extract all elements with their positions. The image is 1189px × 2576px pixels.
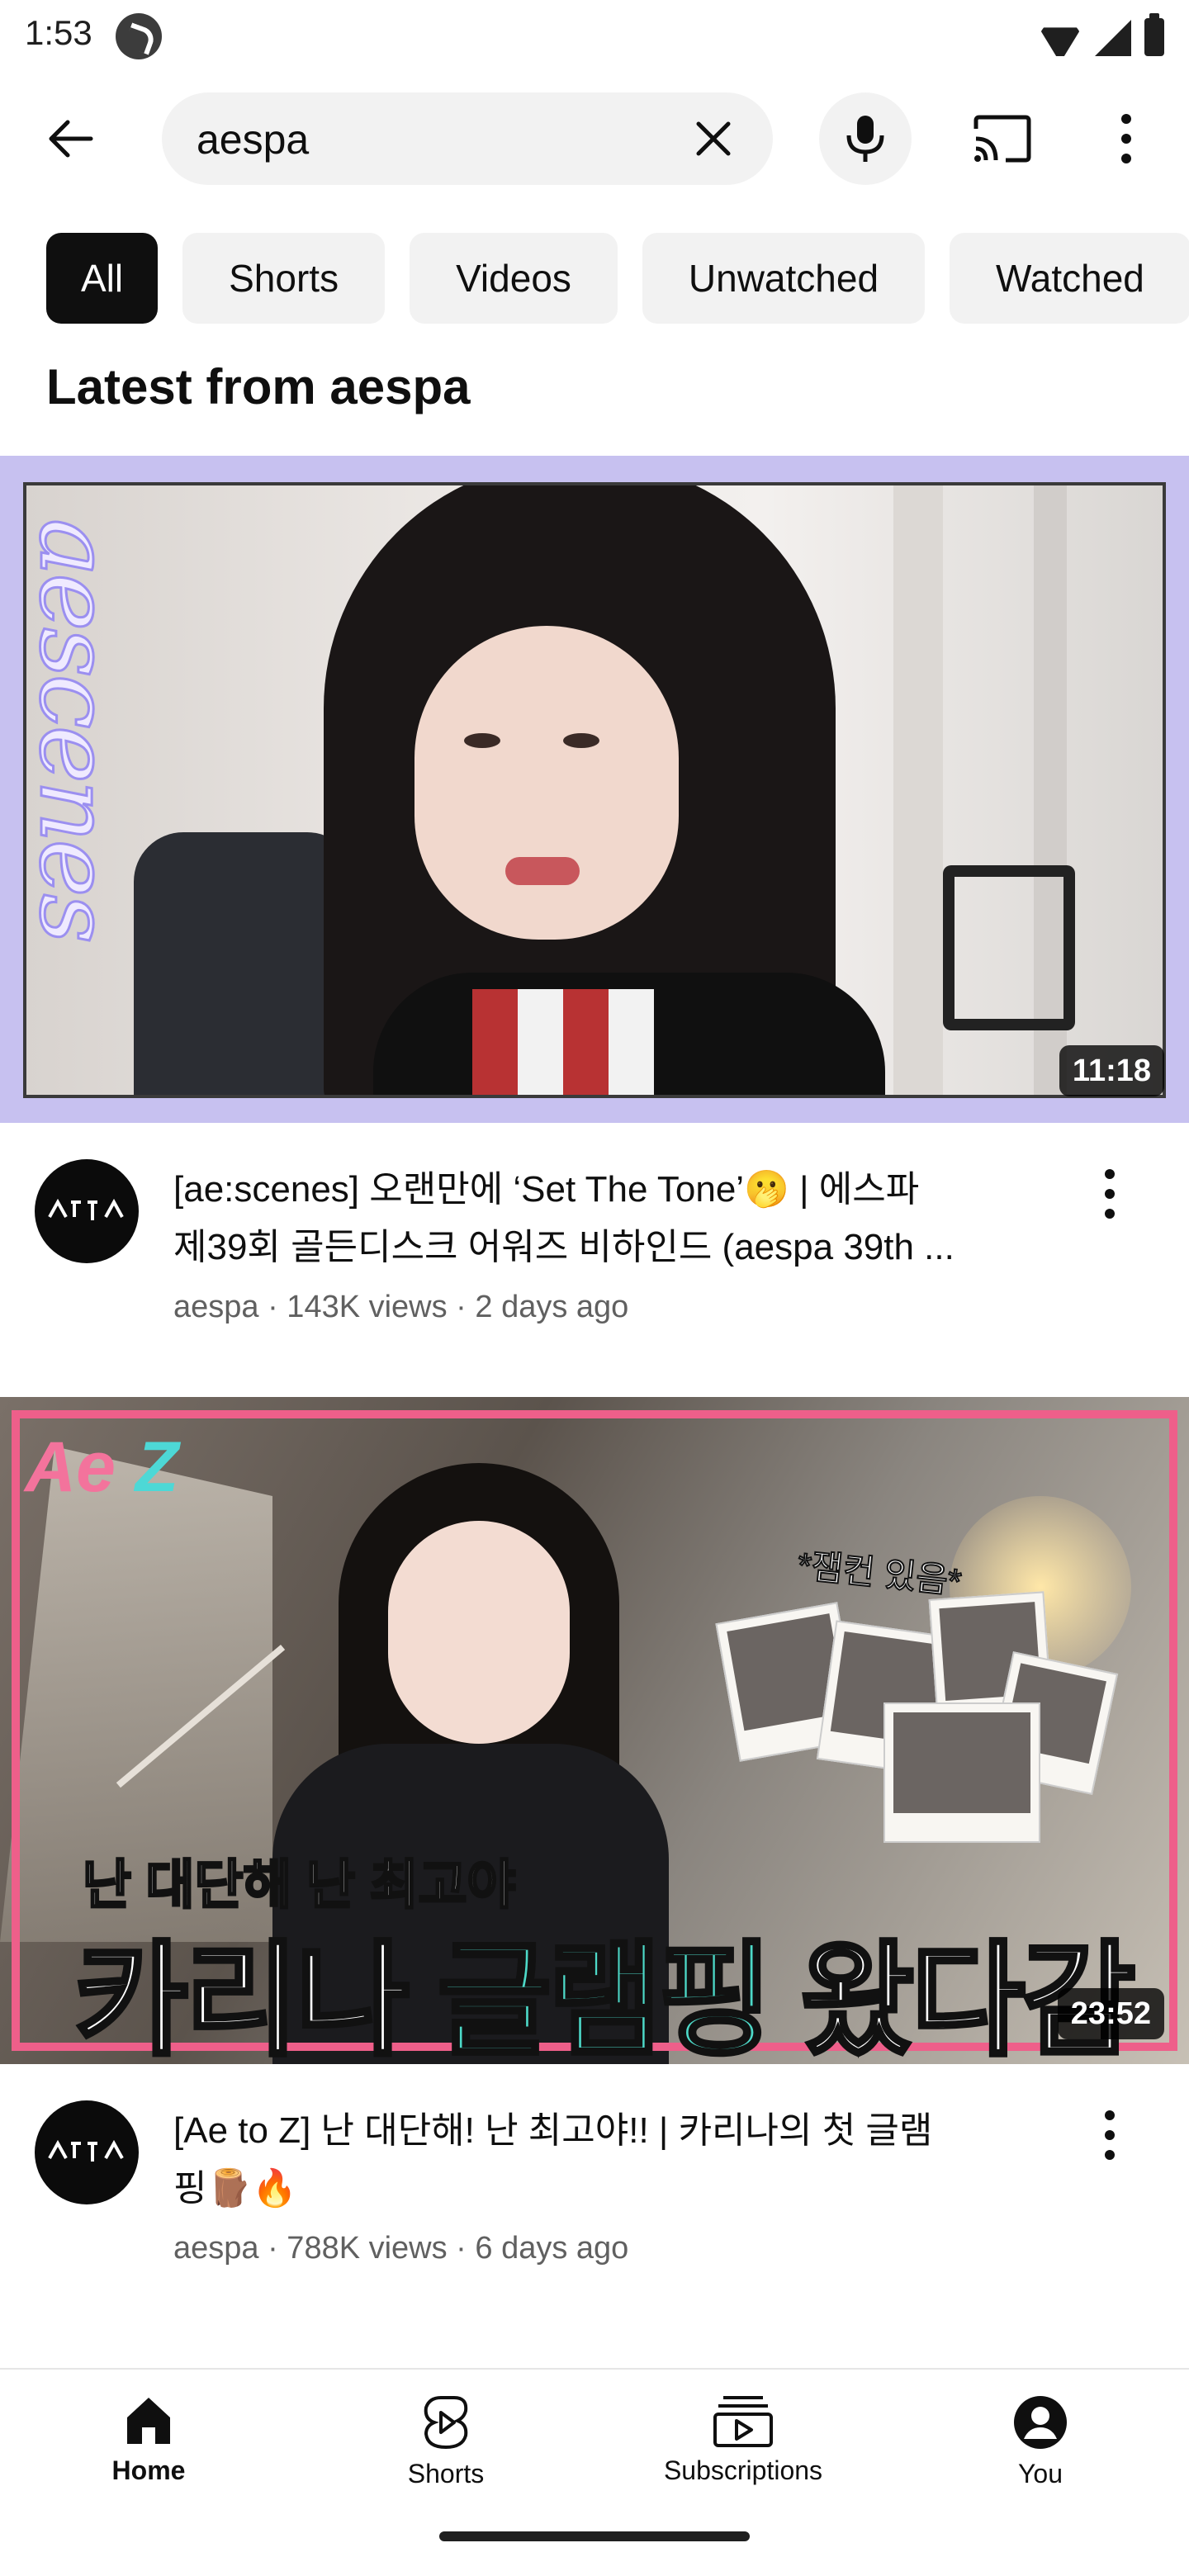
video-title-line-1: [ae:scenes] 오랜만에 ‘Set The Tone’🫢 | 에스파 [173,1169,920,1210]
chip-videos[interactable]: Videos [410,233,618,324]
nav-home[interactable]: Home [50,2386,248,2510]
home-gesture-bar[interactable] [439,2531,750,2541]
nav-home-label: Home [111,2455,186,2485]
clear-search-icon[interactable] [690,116,737,162]
status-time: 1:53 [25,13,92,52]
more-options-icon[interactable] [1111,109,1141,168]
nav-subscriptions[interactable]: Subscriptions [644,2386,842,2510]
search-header: aespa [0,83,1189,195]
cast-icon[interactable] [971,114,1034,163]
thumbnail-side-text: aescenes [23,518,134,942]
nav-shorts-label: Shorts [407,2459,485,2488]
filter-chips: All Shorts Videos Unwatched Watched [46,233,1189,324]
chip-all[interactable]: All [46,233,159,324]
home-icon [127,2398,170,2444]
video-title-line-2: 제39회 골든디스크 어워즈 비하인드 (aespa 39th ... [173,1227,955,1267]
back-arrow-icon[interactable] [46,114,96,163]
nav-shorts[interactable]: Shorts [347,2386,545,2510]
section-title: Latest from aespa [46,359,471,414]
nav-you-label: You [1018,2459,1063,2488]
chip-shorts[interactable]: Shorts [182,233,386,324]
signal-icon [1095,20,1131,56]
video-title-line-2: 핑🪵🔥 [173,2168,298,2209]
search-query-text[interactable]: aespa [197,116,309,163]
video-title-line-1: [Ae to Z] 난 대단해! 난 최고야!! | 카리나의 첫 글램 [173,2110,933,2151]
aespa-logo-icon [48,2139,124,2162]
shorts-icon [424,2396,468,2450]
wifi-icon [1039,20,1082,56]
video-more-icon[interactable] [1095,1164,1125,1224]
video-thumbnail[interactable]: Ae Z *잼컨 있음* 난 대단해 난 최고야 카리나 글램핑 왔다감 [0,1397,1189,2064]
video-metadata: aespa · 143K views · 2 days ago [173,1290,629,1324]
microphone-icon [846,116,884,162]
chip-watched[interactable]: Watched [950,233,1189,324]
video-metadata: aespa · 788K views · 6 days ago [173,2231,629,2266]
status-indicators [1039,13,1164,56]
aespa-logo-icon [48,1198,124,1220]
status-bar: 1:53 [0,0,1189,69]
video-title[interactable]: [Ae to Z] 난 대단해! 난 최고야!! | 카리나의 첫 글램 핑🪵🔥 [173,2102,1049,2218]
nav-subscriptions-label: Subscriptions [663,2455,823,2485]
chip-unwatched[interactable]: Unwatched [642,233,926,324]
video-duration: 23:52 [1057,1988,1164,2039]
thumbnail-logo: Ae Z [25,1428,179,1507]
subscriptions-icon [713,2396,773,2447]
video-title[interactable]: [ae:scenes] 오랜만에 ‘Set The Tone’🫢 | 에스파 제… [173,1161,1049,1276]
video-duration: 11:18 [1059,1045,1164,1096]
video-thumbnail[interactable]: aescenes [0,456,1189,1123]
bottom-navigation: Home Shorts Subscriptions You [0,2368,1189,2576]
profile-icon [1014,2396,1067,2449]
app-notification-icon [116,13,162,59]
voice-search-button[interactable] [819,92,912,185]
thumbnail-image: aescenes [23,482,1166,1098]
channel-avatar[interactable] [35,1159,139,1263]
thumbnail-title: 카리나 글램핑 왔다감 [73,1930,1138,2065]
video-more-icon[interactable] [1095,2105,1125,2165]
search-input[interactable]: aespa [162,92,773,185]
channel-avatar[interactable] [35,2100,139,2204]
nav-you[interactable]: You [941,2386,1139,2510]
battery-icon [1144,13,1164,56]
